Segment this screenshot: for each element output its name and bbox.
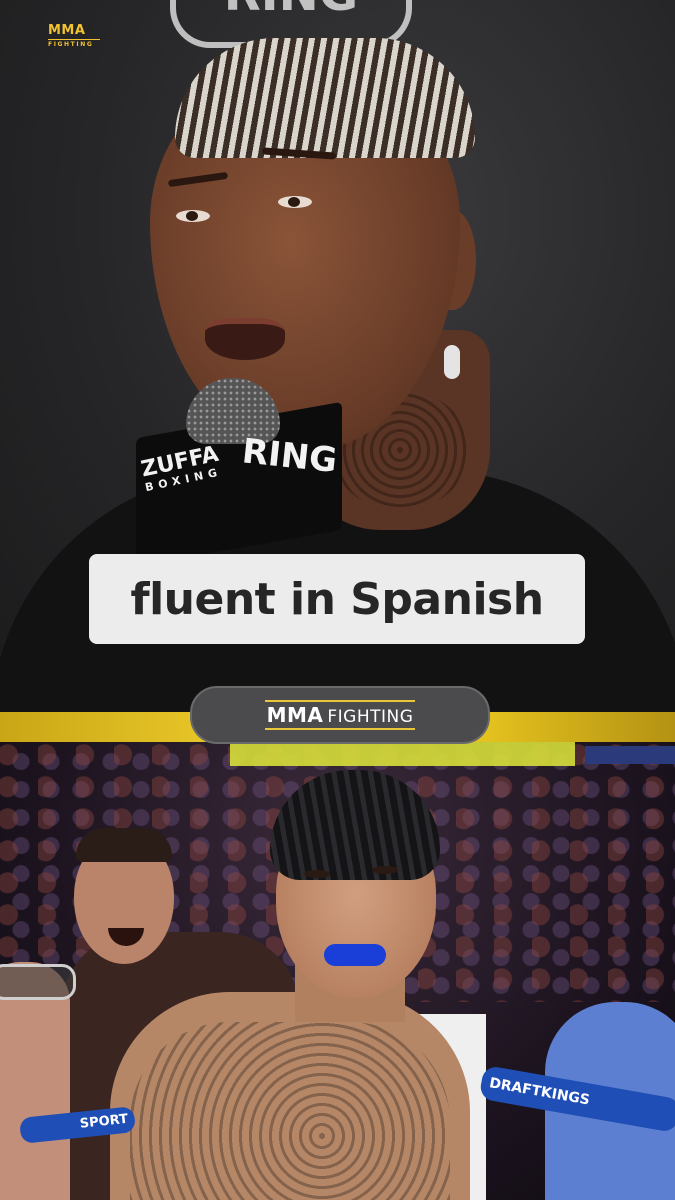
mma-fighting-logo-pill: MMA FIGHTING bbox=[190, 686, 490, 744]
arena-led-board-blue bbox=[585, 746, 675, 764]
speaker-right-eye bbox=[278, 196, 312, 208]
fighter-tattoos bbox=[130, 1022, 450, 1200]
watermark-line1: MMA bbox=[48, 23, 86, 38]
speaker-earring bbox=[444, 345, 460, 379]
watermark-line2: FIGHTING bbox=[48, 39, 100, 48]
speaker-mouth bbox=[205, 318, 285, 360]
press-conference-panel: RING MMA FIGHTING ZUFFA BOXING RING flue… bbox=[0, 0, 675, 712]
mma-fighting-logo: MMA FIGHTING bbox=[264, 700, 416, 730]
ring-photo-panel: SPORT DRAFTKINGS bbox=[0, 742, 675, 1200]
laughing-man-hair bbox=[76, 828, 172, 862]
mma-fighting-watermark: MMA FIGHTING bbox=[48, 24, 100, 50]
speaker-left-eye bbox=[176, 210, 210, 222]
arena-led-board bbox=[230, 742, 575, 766]
subtitle-text: fluent in Spanish bbox=[130, 573, 544, 625]
blue-mouthguard bbox=[324, 944, 386, 966]
sunglasses-icon bbox=[0, 964, 76, 1000]
video-frame: RING MMA FIGHTING ZUFFA BOXING RING flue… bbox=[0, 0, 675, 1200]
fighter-left-eye bbox=[304, 870, 330, 878]
logo-fighting-text: FIGHTING bbox=[327, 707, 414, 727]
logo-mma-text: MMA bbox=[266, 703, 324, 727]
fighter-right-eye bbox=[372, 866, 398, 874]
subtitle-caption: fluent in Spanish bbox=[89, 554, 585, 644]
speaker-braided-hair bbox=[175, 38, 475, 158]
